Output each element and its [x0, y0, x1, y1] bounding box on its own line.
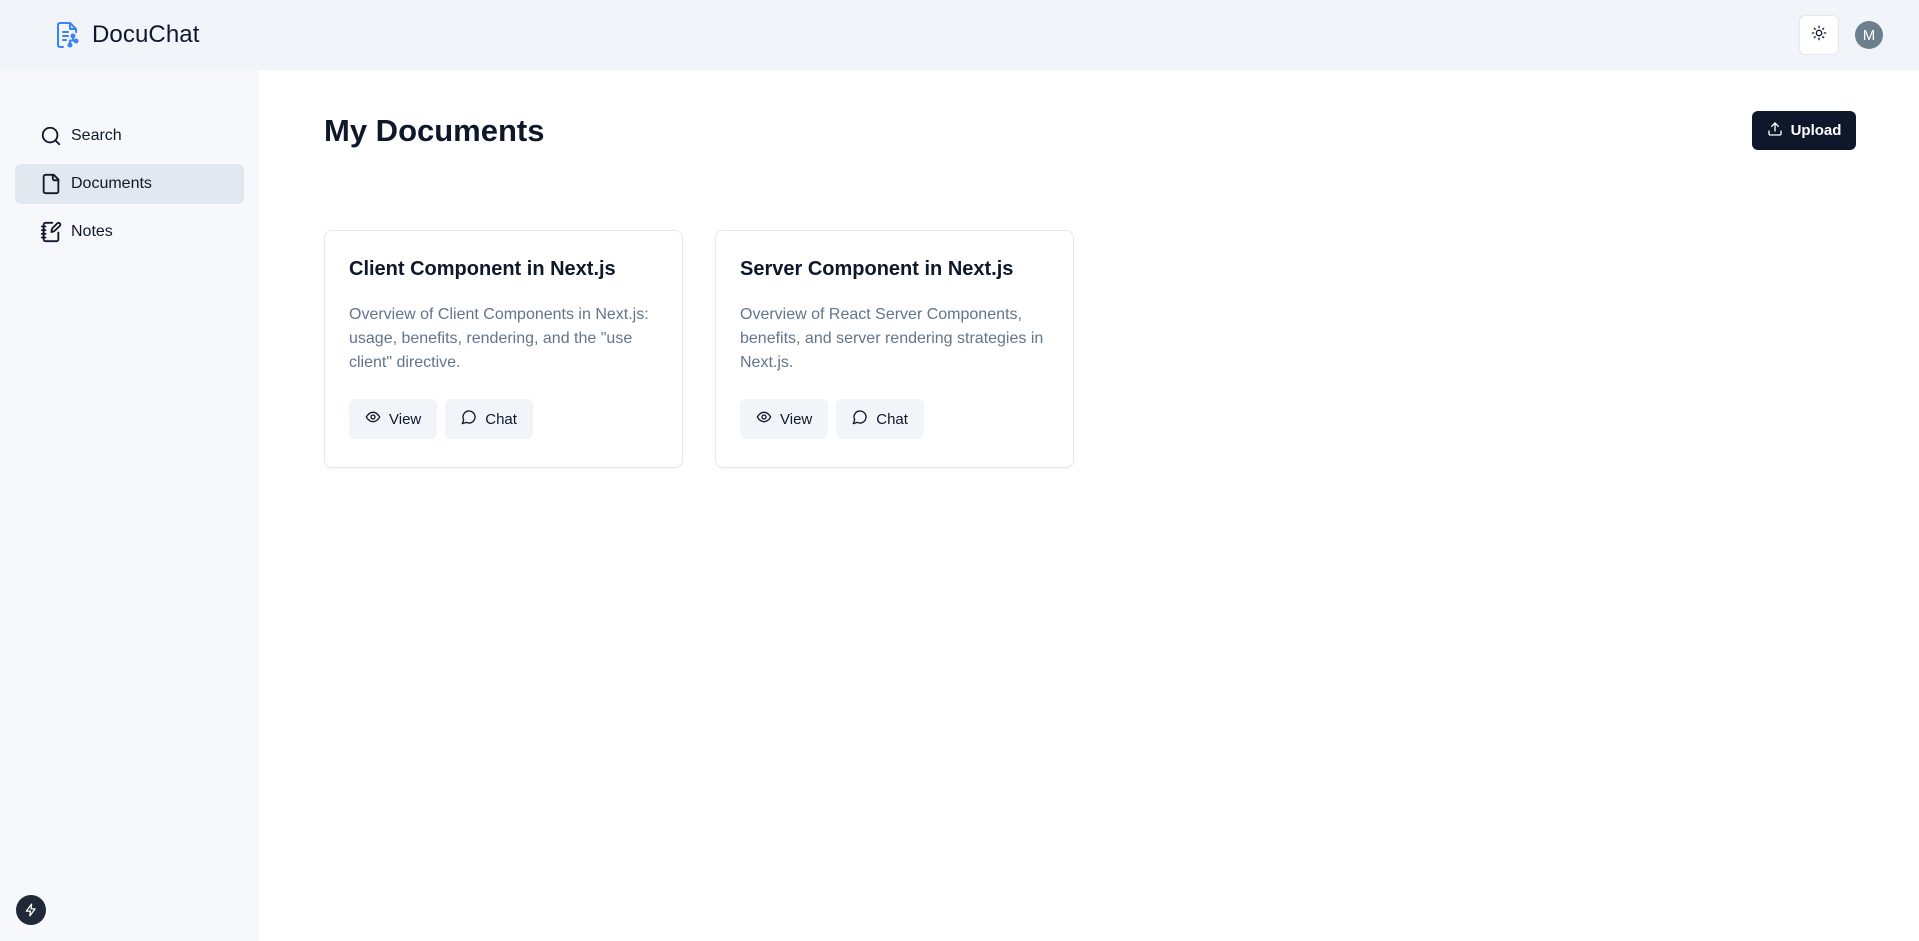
- chat-label: Chat: [485, 410, 517, 428]
- upload-button[interactable]: Upload: [1752, 111, 1856, 150]
- sidebar-item-documents[interactable]: Documents: [15, 164, 244, 204]
- sun-icon: [1811, 25, 1827, 46]
- top-bar: DocuChat M: [0, 0, 1919, 70]
- document-description: Overview of Client Components in Next.js…: [349, 306, 649, 371]
- chat-button[interactable]: Chat: [836, 399, 924, 439]
- eye-icon: [365, 409, 389, 429]
- sidebar-item-search[interactable]: Search: [15, 116, 244, 156]
- page-title: My Documents: [324, 113, 545, 148]
- sidebar: Search Documents Notes: [0, 70, 259, 941]
- brand[interactable]: DocuChat: [52, 18, 200, 52]
- sidebar-item-label: Notes: [71, 223, 113, 240]
- theme-toggle-button[interactable]: [1799, 15, 1839, 55]
- main-content: My Documents Upload Client Component in …: [259, 70, 1919, 941]
- message-circle-icon: [852, 409, 876, 429]
- upload-icon: [1767, 121, 1791, 141]
- view-label: View: [389, 410, 422, 428]
- document-description: Overview of React Server Components, ben…: [740, 306, 1044, 371]
- notebook-pen-icon: [39, 220, 63, 244]
- user-avatar[interactable]: M: [1855, 21, 1883, 49]
- document-title: Client Component in Next.js: [349, 258, 616, 280]
- view-button[interactable]: View: [349, 399, 438, 439]
- document-title: Server Component in Next.js: [740, 258, 1014, 280]
- view-button[interactable]: View: [740, 399, 829, 439]
- chat-button[interactable]: Chat: [445, 399, 533, 439]
- app-name: DocuChat: [92, 21, 200, 48]
- message-circle-icon: [461, 409, 485, 429]
- search-icon: [39, 124, 63, 148]
- upload-label: Upload: [1790, 122, 1842, 139]
- chat-label: Chat: [876, 410, 908, 428]
- sidebar-item-label: Search: [71, 127, 122, 144]
- document-card: Server Component in Next.js Overview of …: [715, 230, 1074, 468]
- sidebar-item-label: Documents: [71, 175, 152, 192]
- bolt-icon[interactable]: [16, 895, 46, 925]
- document-card: Client Component in Next.js Overview of …: [324, 230, 683, 468]
- sidebar-item-notes[interactable]: Notes: [15, 212, 244, 252]
- view-label: View: [780, 410, 813, 428]
- eye-icon: [756, 409, 780, 429]
- document-icon: [39, 172, 63, 196]
- docuchat-logo-icon: [52, 18, 82, 52]
- sidebar-nav: Search Documents Notes: [0, 70, 259, 252]
- document-list: Client Component in Next.js Overview of …: [324, 230, 1106, 468]
